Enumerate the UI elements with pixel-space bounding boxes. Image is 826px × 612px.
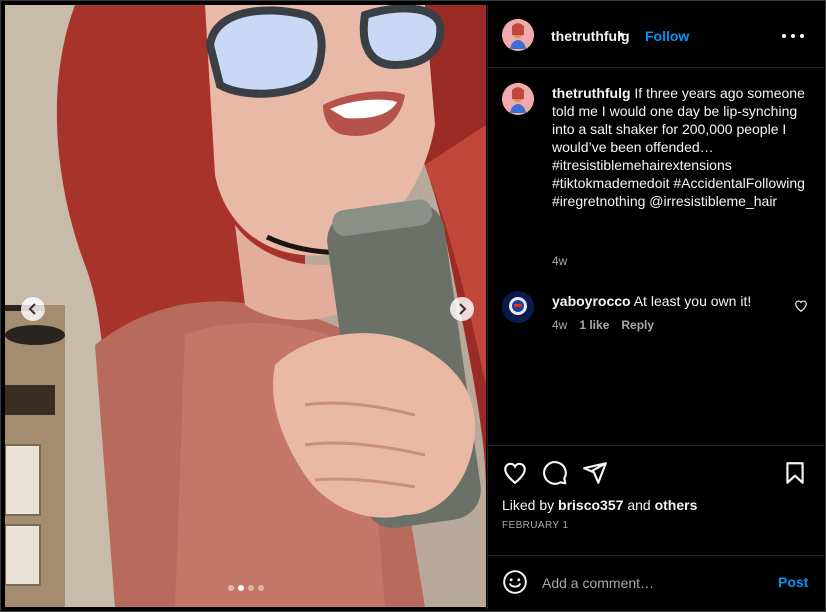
post-actions: Liked by brisco357 and others FEBRUARY 1 bbox=[488, 445, 824, 556]
more-dot-icon bbox=[800, 34, 804, 38]
carousel-dot bbox=[227, 585, 234, 591]
post-date[interactable]: FEBRUARY 1 bbox=[502, 520, 568, 531]
avatar-image bbox=[502, 19, 534, 51]
comment-icon[interactable] bbox=[542, 460, 568, 486]
author-avatar[interactable] bbox=[502, 19, 534, 51]
post-header: thetruthfulg • Follow bbox=[488, 5, 824, 68]
post-comment-button[interactable]: Post bbox=[778, 574, 808, 590]
more-dot-icon bbox=[782, 34, 786, 38]
author-username[interactable]: thetruthfulg bbox=[551, 28, 630, 44]
comment: yaboyrocco At least you own it! bbox=[552, 292, 751, 310]
carousel-dot bbox=[257, 585, 264, 591]
caption-avatar[interactable] bbox=[502, 83, 534, 115]
comment-timestamp[interactable]: 4w bbox=[552, 318, 567, 332]
comment-likes[interactable]: 1 like bbox=[579, 318, 609, 332]
post-media[interactable] bbox=[5, 5, 486, 607]
follow-button[interactable]: Follow bbox=[645, 28, 689, 44]
comment-text: At least you own it! bbox=[633, 293, 752, 309]
carousel-indicator bbox=[5, 585, 486, 591]
avatar-image bbox=[502, 291, 534, 323]
reply-button[interactable]: Reply bbox=[621, 318, 654, 332]
comment-username[interactable]: yaboyrocco bbox=[552, 293, 631, 309]
post-dialog: thetruthfulg • Follow thetruthfulg If th… bbox=[0, 0, 826, 612]
commenter-avatar[interactable] bbox=[502, 291, 534, 323]
next-slide-button[interactable] bbox=[450, 297, 474, 321]
likes-middle: and bbox=[627, 497, 651, 513]
caption-timestamp[interactable]: 4w bbox=[552, 254, 567, 268]
comment-meta: 4w 1 like Reply bbox=[552, 318, 654, 332]
caption-username[interactable]: thetruthfulg bbox=[552, 85, 631, 101]
caption-text: If three years ago someone told me I wou… bbox=[552, 85, 805, 209]
likes-summary: Liked by brisco357 and others bbox=[502, 497, 697, 513]
carousel-dot bbox=[237, 585, 244, 591]
add-comment-bar: Post bbox=[488, 555, 824, 610]
likes-others[interactable]: others bbox=[655, 497, 698, 513]
likes-prefix: Liked by bbox=[502, 497, 555, 513]
header-separator: • bbox=[619, 26, 624, 42]
add-comment-input[interactable] bbox=[542, 573, 762, 593]
post-photo bbox=[5, 5, 486, 607]
previous-slide-button[interactable] bbox=[21, 297, 45, 321]
more-dot-icon bbox=[791, 34, 795, 38]
chevron-left-icon bbox=[28, 303, 36, 315]
avatar-image bbox=[502, 83, 534, 115]
carousel-dot bbox=[247, 585, 254, 591]
comment-like-icon[interactable] bbox=[794, 299, 808, 313]
like-icon[interactable] bbox=[502, 460, 528, 486]
emoji-icon[interactable] bbox=[502, 569, 528, 595]
share-icon[interactable] bbox=[582, 460, 608, 486]
likes-user[interactable]: brisco357 bbox=[558, 497, 623, 513]
more-options-button[interactable] bbox=[782, 29, 804, 43]
save-icon[interactable] bbox=[782, 460, 808, 486]
post-sidebar: thetruthfulg • Follow thetruthfulg If th… bbox=[487, 5, 824, 609]
post-caption: thetruthfulg If three years ago someone … bbox=[552, 84, 810, 210]
chevron-right-icon bbox=[459, 303, 467, 315]
